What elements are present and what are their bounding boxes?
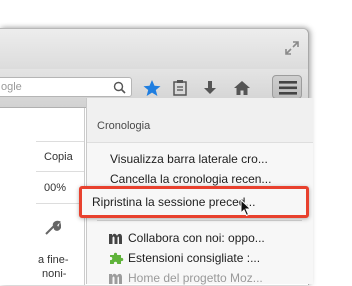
url-bar[interactable]: ogle bbox=[0, 77, 132, 97]
search-icon[interactable] bbox=[113, 81, 126, 94]
downloads-icon[interactable] bbox=[200, 79, 220, 97]
divider bbox=[36, 203, 84, 204]
bookmarks-menu-icon[interactable] bbox=[170, 79, 190, 97]
bookmark-star-icon[interactable] bbox=[142, 79, 162, 97]
fullscreen-icon[interactable] bbox=[285, 41, 299, 55]
copy-button[interactable]: Copia bbox=[44, 151, 73, 163]
mouse-cursor-icon bbox=[240, 199, 252, 217]
zoom-level: 00% bbox=[44, 182, 67, 194]
restore-previous-session-item[interactable]: Ripristina la sessione preced... bbox=[79, 186, 309, 218]
panel-text: a fine- bbox=[38, 254, 69, 266]
mozilla-m-icon bbox=[109, 233, 122, 244]
panel-header: Cronologia bbox=[87, 98, 313, 143]
title-bar bbox=[0, 29, 308, 69]
divider bbox=[97, 220, 302, 221]
puzzle-piece-icon bbox=[110, 252, 124, 264]
developer-icon[interactable] bbox=[43, 220, 61, 238]
menu-panel-left: Copia 00% a fine- noni- bbox=[0, 108, 85, 285]
divider bbox=[36, 171, 84, 172]
panel-text: noni- bbox=[42, 268, 67, 280]
restore-previous-session-label: Ripristina la sessione preced... bbox=[92, 195, 256, 209]
clear-recent-history-item[interactable]: Cancella la cronologia recen... bbox=[110, 172, 271, 186]
history-entry[interactable]: Collabora con noi: oppo... bbox=[128, 231, 265, 245]
divider bbox=[36, 141, 84, 142]
history-entry[interactable]: Home del progetto Moz... bbox=[128, 271, 263, 285]
home-icon[interactable] bbox=[232, 79, 252, 97]
panel-title: Cronologia bbox=[97, 120, 151, 132]
view-history-sidebar-item[interactable]: Visualizza barra laterale cro... bbox=[110, 152, 268, 166]
open-menu-button[interactable] bbox=[272, 75, 302, 99]
history-entry[interactable]: Estensioni consigliate :... bbox=[128, 251, 260, 265]
hamburger-icon bbox=[279, 81, 297, 95]
url-placeholder: ogle bbox=[1, 81, 22, 93]
